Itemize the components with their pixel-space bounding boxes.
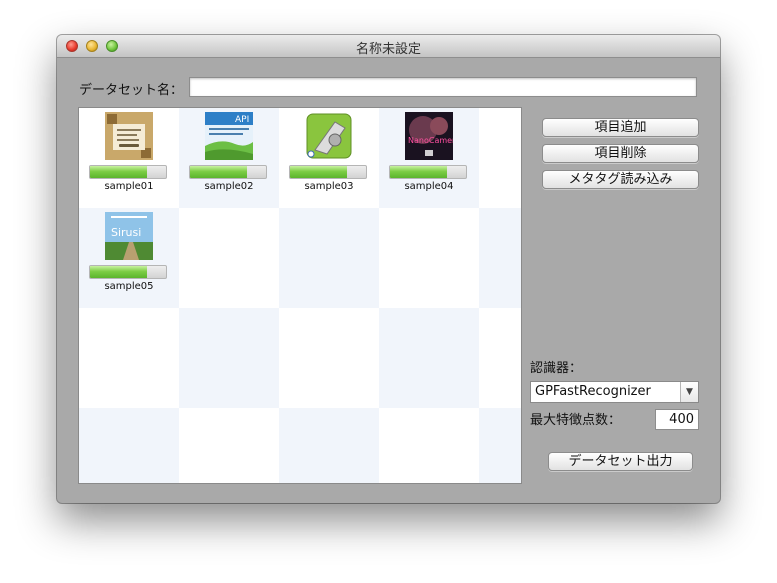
sample01-thumbnail [105, 112, 153, 160]
dataset-name-label: データセット名： [79, 83, 184, 98]
progress-fill [390, 166, 447, 178]
progress-fill [290, 166, 347, 178]
grid-cell [79, 408, 179, 483]
grid-cell [279, 408, 379, 483]
item-grid[interactable]: sample01 API sample02 sample03 NanoCame … [78, 107, 522, 484]
item-label: sample04 [404, 181, 454, 192]
sample02-thumbnail-text: API [235, 115, 249, 125]
progress-fill [90, 266, 147, 278]
item-label: sample05 [104, 281, 154, 292]
progress-bar [89, 165, 167, 179]
recognizer-value: GPFastRecognizer [535, 384, 651, 399]
title-bar[interactable]: 名称未設定 [57, 35, 720, 58]
add-item-button[interactable]: 項目追加 [542, 118, 699, 137]
grid-cell [379, 308, 479, 408]
item-label: sample03 [304, 181, 354, 192]
delete-item-button[interactable]: 項目削除 [542, 144, 699, 163]
grid-cell [379, 408, 479, 483]
grid-cell [79, 308, 179, 408]
grid-cell [179, 308, 279, 408]
grid-cell [179, 208, 279, 308]
grid-cell[interactable]: API sample02 [179, 108, 279, 208]
sample04-thumbnail: NanoCamera [405, 112, 453, 160]
progress-bar [289, 165, 367, 179]
window-title: 名称未設定 [355, 42, 421, 57]
dataset-name-input[interactable] [189, 77, 697, 97]
progress-bar [189, 165, 267, 179]
max-features-label: 最大特徴点数： [530, 413, 622, 428]
progress-bar [89, 265, 167, 279]
load-metatag-button[interactable]: メタタグ読み込み [542, 170, 699, 189]
progress-fill [190, 166, 247, 178]
progress-fill [90, 166, 147, 178]
main-window: 名称未設定 データセット名： sample01 API sample02 sam… [57, 35, 720, 503]
grid-cell[interactable]: sample01 [79, 108, 179, 208]
sample05-thumbnail-text: Sirusi [111, 226, 141, 239]
grid-cell [479, 208, 521, 308]
max-features-input[interactable]: 400 [655, 409, 699, 430]
export-dataset-button[interactable]: データセット出力 [548, 452, 693, 471]
grid-cell[interactable]: NanoCamera sample04 [379, 108, 479, 208]
sample04-thumbnail-text: NanoCamera [408, 136, 453, 145]
grid-cell [479, 308, 521, 408]
progress-bar [389, 165, 467, 179]
chevron-down-icon[interactable]: ▼ [680, 382, 698, 402]
sample05-thumbnail: Sirusi [105, 212, 153, 260]
item-label: sample01 [104, 181, 154, 192]
grid-cell[interactable]: Sirusi sample05 [79, 208, 179, 308]
grid-cell [179, 408, 279, 483]
item-label: sample02 [204, 181, 254, 192]
grid-cell [379, 208, 479, 308]
grid-cell[interactable]: sample03 [279, 108, 379, 208]
grid-cell [479, 108, 521, 208]
sample03-thumbnail [305, 112, 353, 160]
grid-cell [279, 208, 379, 308]
grid-cell [479, 408, 521, 483]
recognizer-select[interactable]: GPFastRecognizer ▼ [530, 381, 699, 403]
recognizer-label: 認識器： [530, 361, 583, 376]
grid-cell [279, 308, 379, 408]
sample02-thumbnail: API [205, 112, 253, 160]
